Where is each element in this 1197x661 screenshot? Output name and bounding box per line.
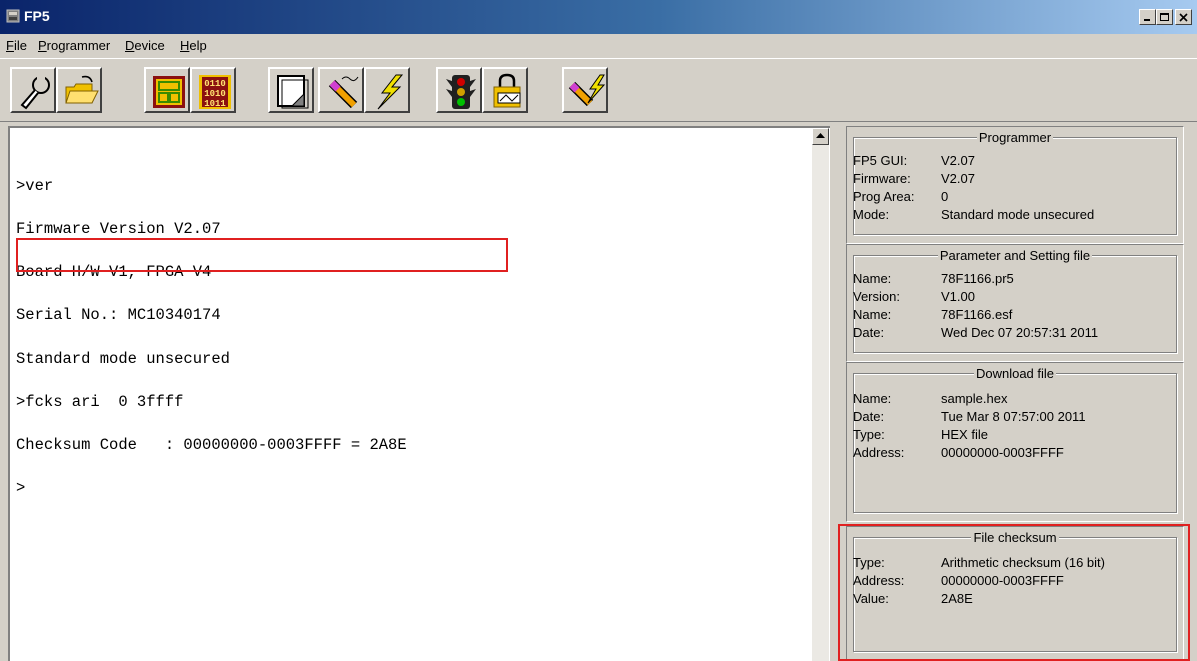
- download-group-title: Download file: [973, 366, 1057, 381]
- param-group-title: Parameter and Setting file: [937, 248, 1093, 263]
- wrench-icon: [20, 75, 50, 110]
- console-line: Firmware Version V2.07: [16, 220, 221, 239]
- probe-pen-icon: [328, 76, 359, 109]
- probe-lightning-icon: [568, 74, 606, 107]
- app-icon: [6, 9, 20, 23]
- param-file-group: Parameter and Setting file Name: 78F1166.…: [846, 244, 1184, 362]
- download-file-group: Download file Name: sample.hex Date: Tue M…: [846, 362, 1184, 522]
- minimize-button[interactable]: [1139, 9, 1156, 25]
- programmer-group: Programmer FP5 GUI: V2.07 Firmware: V2.07 …: [846, 126, 1184, 244]
- menu-file[interactable]: File: [6, 38, 27, 53]
- blank-check-button[interactable]: [268, 67, 314, 113]
- programmer-group-title: Programmer: [976, 130, 1054, 145]
- chip-layout-icon: [153, 76, 185, 108]
- minimize-icon: [1144, 19, 1150, 21]
- console-text: >ver Firmware Version V2.07 Board H/W V1…: [16, 150, 407, 525]
- svg-text:1010: 1010: [204, 89, 226, 99]
- device-setup-button[interactable]: [144, 67, 190, 113]
- fp5-window: FP5 File Programmer Device Help 0110 101…: [0, 0, 1197, 661]
- svg-text:0110: 0110: [204, 79, 226, 89]
- arrow-up-icon: [816, 133, 825, 138]
- autoprocedure-button[interactable]: [562, 67, 608, 113]
- window-title: FP5: [24, 8, 50, 24]
- console-line: >: [16, 479, 26, 498]
- blank-page-icon: [277, 75, 309, 109]
- traffic-light-icon: [446, 75, 476, 109]
- verify-button[interactable]: [436, 67, 482, 113]
- binary-button[interactable]: 0110 1010 1011: [190, 67, 236, 113]
- svg-text:1011: 1011: [204, 99, 226, 109]
- console-line: Serial No.: MC10340174: [16, 306, 221, 325]
- program-button[interactable]: [318, 67, 364, 113]
- maximize-button[interactable]: [1156, 9, 1173, 25]
- toolbar: 0110 1010 1011: [0, 58, 1197, 122]
- close-icon: [1179, 13, 1188, 22]
- checksum-highlight-box: [838, 524, 1190, 661]
- binary-1010-icon: 0110 1010 1011: [199, 75, 231, 109]
- maximize-icon: [1160, 13, 1169, 21]
- setup-button[interactable]: [10, 67, 56, 113]
- menu-device[interactable]: Device: [125, 38, 165, 53]
- security-button[interactable]: [482, 67, 528, 113]
- lightning-icon: [377, 74, 404, 110]
- close-button[interactable]: [1175, 9, 1192, 25]
- open-button[interactable]: [56, 67, 102, 113]
- menu-programmer[interactable]: Programmer: [38, 38, 110, 53]
- console-scrollbar[interactable]: [812, 128, 829, 661]
- scroll-up-button[interactable]: [812, 128, 829, 145]
- erase-button[interactable]: [364, 67, 410, 113]
- menu-help[interactable]: Help: [180, 38, 207, 53]
- console-line: >ver: [16, 176, 54, 195]
- open-folder-icon: [65, 75, 99, 104]
- title-bar[interactable]: FP5: [0, 0, 1197, 34]
- console-line: Standard mode unsecured: [16, 349, 230, 368]
- lock-icon: [493, 73, 521, 108]
- console-line: >fcks ari 0 3ffff: [16, 392, 184, 411]
- console-line: Checksum Code : 00000000-0003FFFF = 2A8E: [16, 436, 407, 455]
- menu-bar: File Programmer Device Help: [0, 34, 1197, 58]
- console-output[interactable]: >ver Firmware Version V2.07 Board H/W V1…: [8, 126, 830, 661]
- console-highlight-box: [16, 238, 508, 272]
